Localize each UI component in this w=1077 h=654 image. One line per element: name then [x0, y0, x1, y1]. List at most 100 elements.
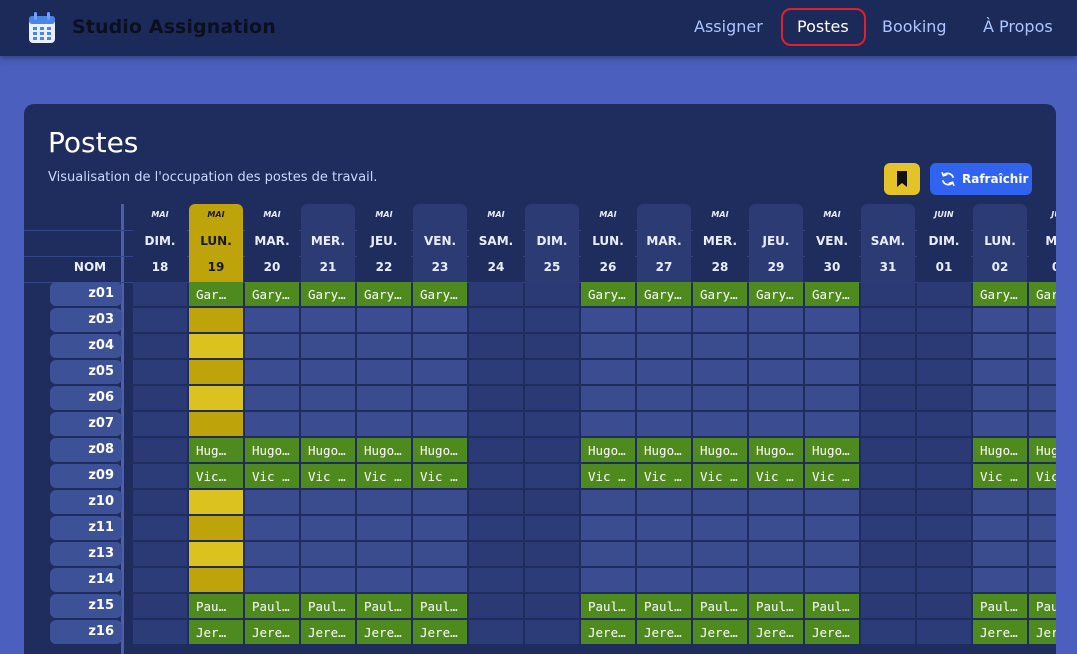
empty-slot[interactable] — [469, 360, 523, 384]
empty-slot[interactable] — [693, 568, 747, 592]
empty-slot[interactable] — [413, 490, 467, 514]
workstation-name[interactable]: z16 — [50, 620, 122, 644]
empty-slot[interactable] — [525, 386, 579, 410]
empty-slot[interactable] — [581, 412, 635, 436]
empty-slot[interactable] — [133, 334, 187, 358]
empty-slot[interactable] — [805, 542, 859, 566]
empty-slot[interactable] — [413, 308, 467, 332]
empty-slot[interactable] — [1029, 542, 1056, 566]
empty-slot[interactable] — [301, 490, 355, 514]
empty-slot[interactable] — [973, 412, 1027, 436]
empty-slot[interactable] — [133, 542, 187, 566]
empty-slot[interactable] — [133, 360, 187, 384]
empty-slot[interactable] — [805, 386, 859, 410]
empty-slot[interactable] — [581, 568, 635, 592]
empty-slot[interactable] — [525, 490, 579, 514]
empty-slot[interactable] — [805, 308, 859, 332]
empty-slot[interactable] — [189, 568, 243, 592]
empty-slot[interactable] — [637, 412, 691, 436]
empty-slot[interactable] — [917, 412, 971, 436]
empty-slot[interactable] — [917, 620, 971, 644]
empty-slot[interactable] — [1029, 490, 1056, 514]
empty-slot[interactable] — [749, 386, 803, 410]
empty-slot[interactable] — [861, 490, 915, 514]
empty-slot[interactable] — [525, 334, 579, 358]
empty-slot[interactable] — [973, 386, 1027, 410]
empty-slot[interactable] — [749, 490, 803, 514]
empty-slot[interactable] — [861, 542, 915, 566]
empty-slot[interactable] — [357, 308, 411, 332]
empty-slot[interactable] — [693, 412, 747, 436]
empty-slot[interactable] — [861, 360, 915, 384]
empty-slot[interactable] — [357, 386, 411, 410]
empty-slot[interactable] — [357, 412, 411, 436]
empty-slot[interactable] — [525, 594, 579, 618]
empty-slot[interactable] — [301, 542, 355, 566]
empty-slot[interactable] — [133, 568, 187, 592]
nav-booking[interactable]: Booking — [882, 17, 947, 36]
empty-slot[interactable] — [189, 490, 243, 514]
empty-slot[interactable] — [245, 308, 299, 332]
empty-slot[interactable] — [581, 490, 635, 514]
empty-slot[interactable] — [133, 438, 187, 462]
empty-slot[interactable] — [133, 620, 187, 644]
empty-slot[interactable] — [525, 542, 579, 566]
empty-slot[interactable] — [861, 516, 915, 540]
empty-slot[interactable] — [189, 308, 243, 332]
empty-slot[interactable] — [581, 386, 635, 410]
empty-slot[interactable] — [469, 282, 523, 306]
empty-slot[interactable] — [861, 412, 915, 436]
workstation-name[interactable]: z05 — [50, 360, 122, 384]
empty-slot[interactable] — [693, 490, 747, 514]
empty-slot[interactable] — [917, 360, 971, 384]
empty-slot[interactable] — [693, 542, 747, 566]
empty-slot[interactable] — [1029, 334, 1056, 358]
empty-slot[interactable] — [917, 334, 971, 358]
empty-slot[interactable] — [805, 360, 859, 384]
empty-slot[interactable] — [861, 594, 915, 618]
empty-slot[interactable] — [917, 542, 971, 566]
empty-slot[interactable] — [301, 334, 355, 358]
empty-slot[interactable] — [245, 542, 299, 566]
empty-slot[interactable] — [245, 386, 299, 410]
workstation-name[interactable]: z07 — [50, 412, 122, 436]
empty-slot[interactable] — [245, 360, 299, 384]
empty-slot[interactable] — [525, 464, 579, 488]
empty-slot[interactable] — [133, 386, 187, 410]
empty-slot[interactable] — [637, 360, 691, 384]
empty-slot[interactable] — [525, 282, 579, 306]
empty-slot[interactable] — [861, 282, 915, 306]
empty-slot[interactable] — [917, 516, 971, 540]
empty-slot[interactable] — [525, 360, 579, 384]
empty-slot[interactable] — [973, 334, 1027, 358]
empty-slot[interactable] — [749, 412, 803, 436]
empty-slot[interactable] — [861, 568, 915, 592]
empty-slot[interactable] — [189, 542, 243, 566]
empty-slot[interactable] — [973, 542, 1027, 566]
empty-slot[interactable] — [917, 308, 971, 332]
empty-slot[interactable] — [861, 438, 915, 462]
empty-slot[interactable] — [693, 308, 747, 332]
empty-slot[interactable] — [245, 334, 299, 358]
empty-slot[interactable] — [749, 360, 803, 384]
empty-slot[interactable] — [973, 360, 1027, 384]
empty-slot[interactable] — [1029, 308, 1056, 332]
empty-slot[interactable] — [301, 568, 355, 592]
empty-slot[interactable] — [469, 620, 523, 644]
empty-slot[interactable] — [301, 360, 355, 384]
empty-slot[interactable] — [1029, 412, 1056, 436]
empty-slot[interactable] — [525, 438, 579, 462]
empty-slot[interactable] — [469, 334, 523, 358]
empty-slot[interactable] — [917, 594, 971, 618]
empty-slot[interactable] — [693, 386, 747, 410]
empty-slot[interactable] — [469, 490, 523, 514]
empty-slot[interactable] — [749, 516, 803, 540]
empty-slot[interactable] — [133, 308, 187, 332]
empty-slot[interactable] — [973, 516, 1027, 540]
empty-slot[interactable] — [189, 386, 243, 410]
empty-slot[interactable] — [581, 334, 635, 358]
empty-slot[interactable] — [525, 568, 579, 592]
empty-slot[interactable] — [1029, 386, 1056, 410]
empty-slot[interactable] — [469, 438, 523, 462]
empty-slot[interactable] — [413, 360, 467, 384]
